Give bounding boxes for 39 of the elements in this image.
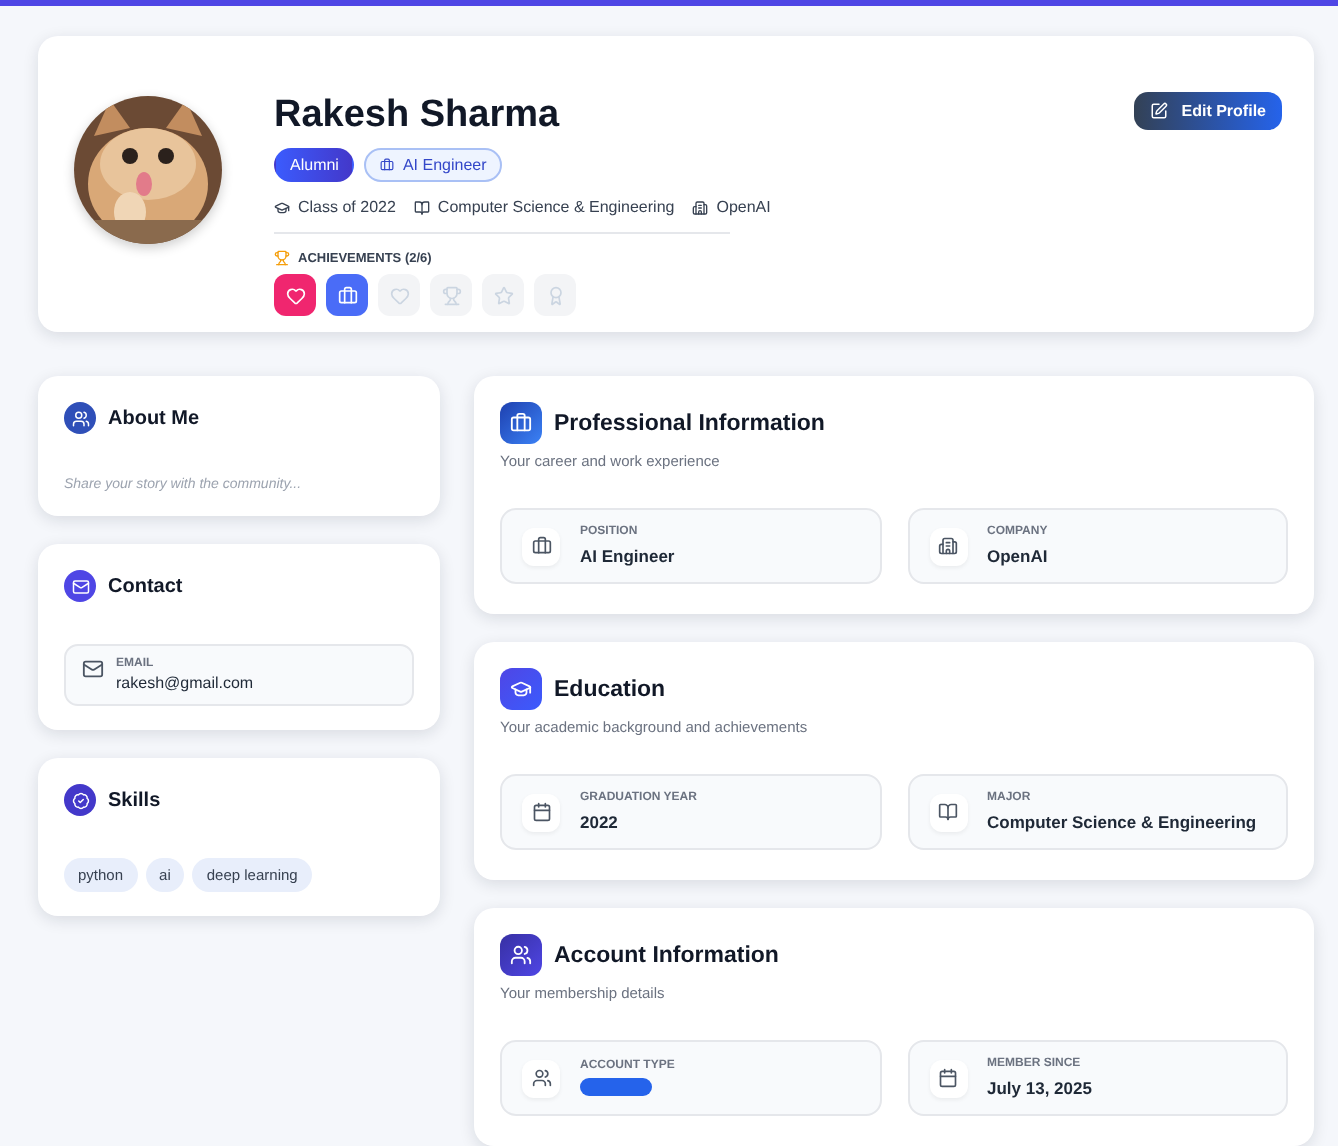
mail-icon — [71, 577, 89, 595]
card-title: Skills — [108, 789, 161, 811]
medal-icon — [545, 285, 565, 305]
users-icon — [71, 409, 89, 427]
profile-meta-text: OpenAI — [716, 198, 771, 216]
heart-icon — [389, 285, 409, 305]
star-icon — [493, 285, 513, 305]
field-value: Computer Science & Engineering — [987, 812, 1257, 832]
section-title: Education — [554, 677, 666, 701]
card-title: About Me — [108, 407, 200, 429]
field-value: OpenAI — [987, 546, 1048, 566]
profile-meta-text: Class of 2022 — [298, 198, 396, 216]
users-icon — [531, 1068, 551, 1088]
field-value: July 13, 2025 — [987, 1078, 1092, 1098]
trophy-icon — [274, 250, 290, 266]
role-badge: Alumni — [274, 148, 355, 182]
heart-icon — [285, 285, 305, 305]
section-title: Professional Information — [554, 411, 825, 435]
profile-meta-text: Computer Science & Engineering — [437, 198, 675, 216]
card-title: Contact — [108, 575, 183, 597]
trophy-icon — [441, 285, 461, 305]
field-value: 2022 — [580, 812, 620, 832]
job-title-badge: AI Engineer — [364, 148, 503, 182]
envelope-icon — [82, 658, 104, 680]
cap-icon — [510, 678, 532, 700]
edit-profile-button[interactable]: Edit Profile — [1133, 92, 1282, 130]
graduation-cap-icon — [274, 199, 290, 215]
building-icon — [692, 199, 709, 215]
field-value: AI Engineer — [580, 546, 675, 566]
section-title: Account Information — [554, 943, 779, 967]
achievement-badge[interactable] — [326, 274, 368, 316]
profile-name: Rakesh Sharma — [274, 92, 562, 140]
email-value: rakesh@gmail.com — [116, 674, 254, 692]
edit-icon — [1149, 102, 1168, 120]
achievement-badge[interactable] — [274, 274, 316, 316]
book-icon — [413, 199, 430, 215]
account-type-pill — [580, 1078, 652, 1096]
users-icon — [510, 944, 532, 966]
briefcase-icon — [337, 285, 357, 305]
